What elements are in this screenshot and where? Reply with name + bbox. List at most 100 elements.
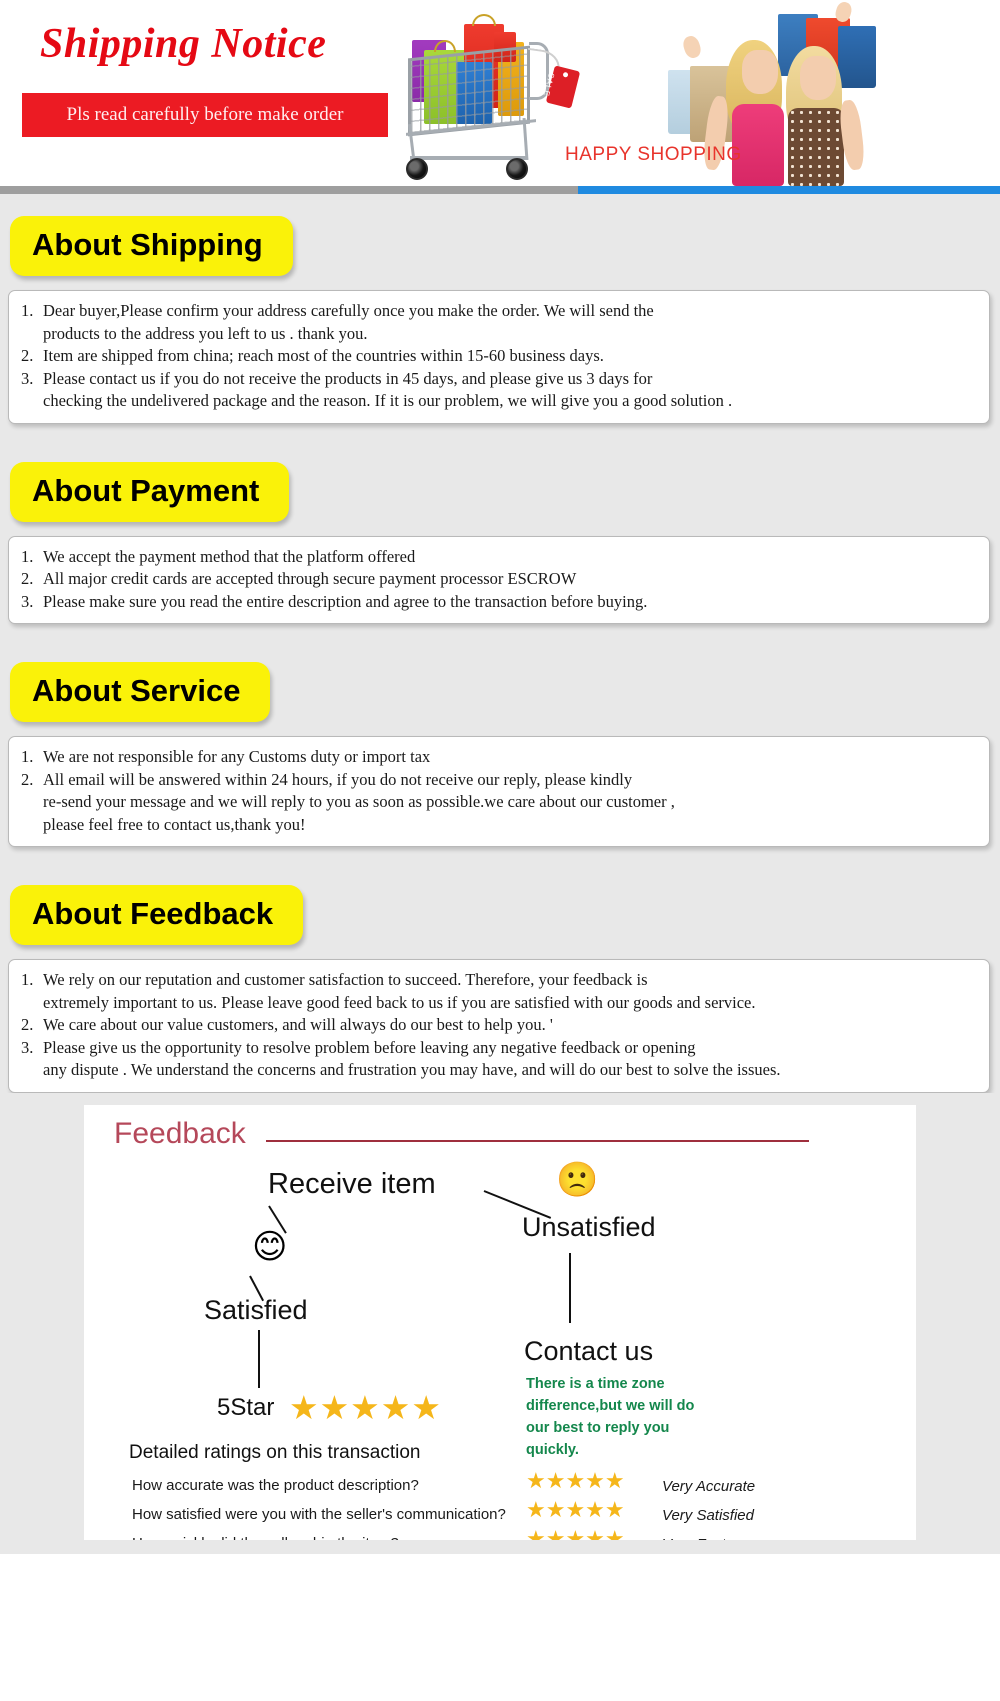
- notice-subtitle-bar: Pls read carefully before make order: [22, 93, 388, 137]
- page-title: Shipping Notice: [40, 21, 327, 67]
- list-text: Please make sure you read the entire des…: [43, 591, 648, 611]
- section-about-feedback: About Feedback 1. We rely on our reputati…: [0, 863, 1000, 1093]
- divider-gray-segment: [0, 186, 578, 194]
- raised-hand-left-icon: [680, 34, 704, 60]
- node-5star-label: 5Star: [217, 1393, 275, 1421]
- section-heading-service: About Service: [0, 640, 1000, 722]
- rating-stars-icon: ★★★★★: [526, 1526, 625, 1540]
- list-text: We care about our value customers, and w…: [43, 1015, 553, 1034]
- bag-handle-red-icon: [472, 14, 496, 26]
- card-feedback: 1. We rely on our reputation and customer…: [8, 959, 990, 1093]
- heading-label-service: About Service: [32, 673, 241, 708]
- list-number: 1.: [21, 970, 34, 989]
- list-item: 1. We accept the payment method that the …: [21, 546, 975, 569]
- happy-shopping-label: HAPPY SHOPPING: [565, 144, 742, 165]
- node-contact-us: Contact us: [524, 1335, 654, 1366]
- node-unsatisfied: Unsatisfied: [522, 1211, 656, 1242]
- header-banner: Shipping Notice Pls read carefully befor…: [0, 0, 1000, 186]
- list-item: 1. We are not responsible for any Customs…: [21, 746, 975, 769]
- list-item: 1. We rely on our reputation and customer…: [21, 969, 975, 1014]
- bag-handle-green-icon: [434, 40, 456, 52]
- heading-pill-feedback: About Feedback: [10, 885, 304, 945]
- heading-pill-payment: About Payment: [10, 461, 290, 522]
- heading-label-shipping: About Shipping: [32, 227, 263, 262]
- list-text: All major credit cards are accepted thro…: [43, 569, 577, 588]
- section-heading-feedback: About Feedback: [0, 863, 1000, 945]
- list-item: 2. All major credit cards are accepted th…: [21, 568, 975, 591]
- list-item: 2. All email will be answered within 24 h…: [21, 769, 975, 837]
- unsatisfied-face-icon: 🙁: [556, 1159, 599, 1200]
- list-feedback: 1. We rely on our reputation and customer…: [21, 969, 975, 1082]
- rating-stars-icon: ★★★★★: [526, 1468, 625, 1494]
- card-shipping: 1. Dear buyer,Please confirm your address…: [8, 290, 990, 424]
- divider-blue-segment: [578, 186, 1000, 194]
- rating-question: How satisfied were you with the seller's…: [132, 1505, 506, 1523]
- list-text: All email will be answered within 24 hou…: [43, 769, 675, 834]
- list-shipping: 1. Dear buyer,Please confirm your address…: [21, 300, 975, 413]
- section-about-payment: About Payment 1. We accept the payment me…: [0, 440, 1000, 624]
- feedback-diagram-panel: Feedback Receive item 🙁 Unsatisfied 😊 Sa…: [84, 1104, 916, 1540]
- list-number: 3.: [21, 591, 34, 611]
- list-item: 1. Dear buyer,Please confirm your address…: [21, 300, 975, 345]
- bag-navy-held-icon: [838, 26, 876, 88]
- node-satisfied: Satisfied: [204, 1294, 308, 1325]
- cart-wheel-left-icon: [406, 158, 428, 180]
- model-right-dress: [788, 108, 844, 186]
- rating-question: How accurate was the product description…: [132, 1476, 419, 1494]
- list-number: 3.: [21, 1037, 34, 1057]
- list-number: 1.: [21, 546, 34, 566]
- feedback-diagram-wrap: Feedback Receive item 🙁 Unsatisfied 😊 Sa…: [0, 1092, 1000, 1554]
- satisfied-face-icon: 😊: [252, 1226, 288, 1267]
- rating-tag: Very Satisfied: [662, 1506, 754, 1524]
- list-text: Item are shipped from china; reach most …: [43, 346, 604, 365]
- feedback-diagram-title: Feedback: [114, 1116, 246, 1150]
- card-payment: 1. We accept the payment method that the …: [8, 535, 990, 624]
- connector-unsatisfied-to-contact: [569, 1252, 571, 1323]
- five-star-rating-icon: ★★★★★: [289, 1387, 442, 1427]
- list-number: 2.: [21, 569, 34, 588]
- banner-divider-strip: [0, 186, 1000, 194]
- heading-pill-service: About Service: [10, 662, 271, 722]
- feedback-title-rule: [266, 1139, 809, 1142]
- list-item: 3. Please give us the opportunity to reso…: [21, 1037, 975, 1082]
- list-text: Please contact us if you do not receive …: [43, 368, 733, 411]
- cart-leg-right-icon: [522, 117, 529, 161]
- list-item: 3. Please contact us if you do not receiv…: [21, 368, 975, 413]
- rating-tag: Very Accurate: [662, 1477, 756, 1495]
- section-heading-payment: About Payment: [0, 440, 1000, 522]
- section-about-service: About Service 1. We are not responsible f…: [0, 640, 1000, 847]
- section-heading-shipping: About Shipping: [0, 194, 1000, 276]
- heading-label-feedback: About Feedback: [32, 896, 274, 931]
- card-service: 1. We are not responsible for any Customs…: [8, 736, 990, 847]
- list-text: Please give us the opportunity to resolv…: [43, 1037, 781, 1080]
- list-payment: 1. We accept the payment method that the …: [21, 546, 975, 614]
- cart-wheel-right-icon: [506, 158, 528, 180]
- list-item: 2. Item are shipped from china; reach mos…: [21, 345, 975, 368]
- list-number: 1.: [21, 747, 34, 766]
- list-number: 2.: [21, 346, 34, 365]
- list-number: 2.: [21, 769, 34, 789]
- node-receive-item: Receive item: [268, 1167, 436, 1200]
- notice-subtitle-text: Pls read carefully before make order: [66, 104, 344, 125]
- section-about-shipping: About Shipping 1. Dear buyer,Please confi…: [0, 194, 1000, 424]
- list-number: 3.: [21, 368, 34, 388]
- list-item: 2. We care about our value customers, and…: [21, 1014, 975, 1037]
- list-number: 2.: [21, 1015, 34, 1034]
- list-item: 3. Please make sure you read the entire d…: [21, 591, 975, 614]
- rating-stars-icon: ★★★★★: [526, 1497, 625, 1523]
- connector-satisfied-to-5star: [258, 1329, 260, 1388]
- list-text: We are not responsible for any Customs d…: [43, 747, 431, 766]
- list-number: 1.: [21, 301, 34, 320]
- timezone-note: There is a time zone difference,but we w…: [526, 1375, 695, 1458]
- list-text: We rely on our reputation and customer s…: [43, 970, 756, 1012]
- list-text: We accept the payment method that the pl…: [43, 546, 416, 566]
- detailed-ratings-title: Detailed ratings on this transaction: [129, 1441, 421, 1463]
- notice-body: About Shipping 1. Dear buyer,Please confi…: [0, 194, 1000, 1554]
- rating-tag: Very Fast: [662, 1536, 726, 1540]
- heading-label-payment: About Payment: [32, 472, 260, 508]
- heading-pill-shipping: About Shipping: [10, 216, 293, 276]
- list-text: Dear buyer,Please confirm your address c…: [43, 301, 654, 343]
